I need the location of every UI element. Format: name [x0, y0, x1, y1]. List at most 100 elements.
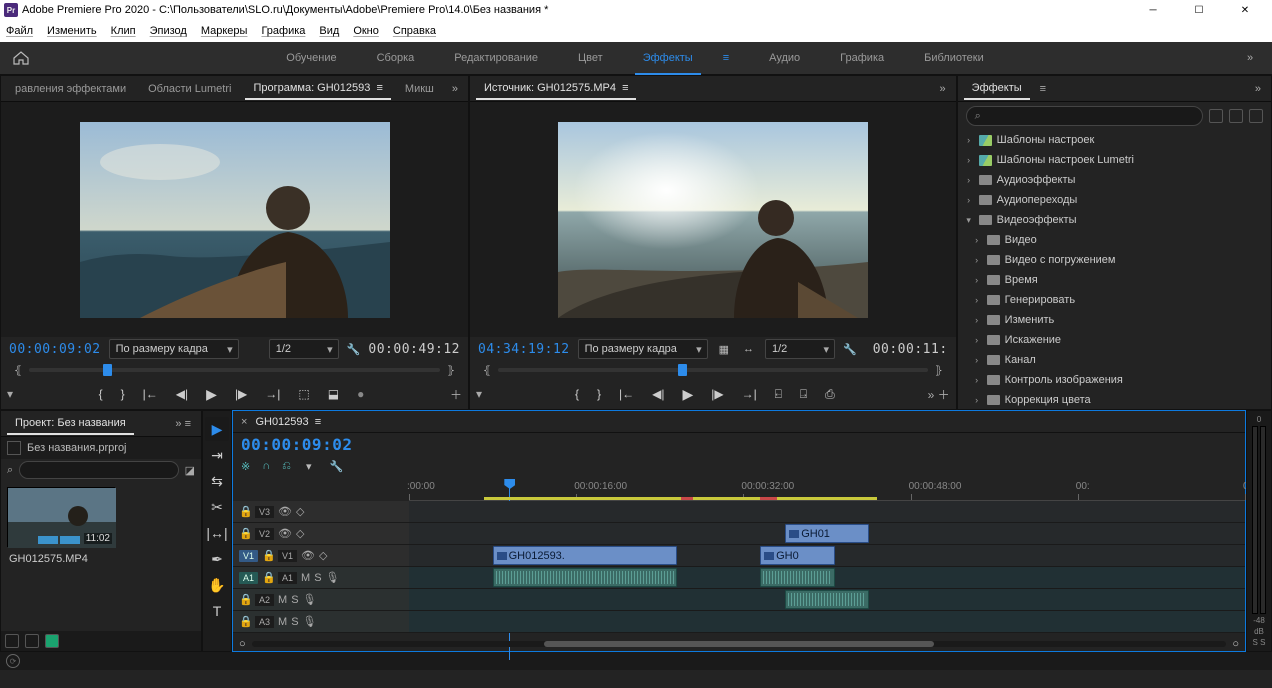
step-back-icon[interactable]: ◀| — [652, 387, 664, 401]
settings-icon[interactable]: 🔧 — [347, 343, 361, 356]
tab-project[interactable]: Проект: Без названия — [7, 413, 134, 435]
ws-graphics[interactable]: Графика — [822, 42, 902, 75]
timeline-hscroll[interactable]: ○○ — [233, 637, 1245, 651]
marker-tool-icon[interactable]: ▾ — [303, 460, 315, 473]
toggle-output-icon[interactable]: 👁 — [278, 505, 292, 518]
play-icon[interactable]: ▶ — [206, 386, 217, 403]
ws-audio[interactable]: Аудио — [751, 42, 818, 75]
overwrite-icon[interactable]: ⍈ — [800, 387, 807, 402]
ws-learning[interactable]: Обучение — [268, 42, 354, 75]
effects-tree[interactable]: ›Шаблоны настроек›Шаблоны настроек Lumet… — [958, 130, 1271, 409]
menu-help[interactable]: Справка — [393, 25, 436, 37]
effects-overflow-icon[interactable]: » — [1251, 83, 1265, 95]
clip-name[interactable]: GH012575.MP4 — [1, 553, 96, 565]
effects-32bit-filter-icon[interactable] — [1249, 109, 1263, 123]
step-back-icon[interactable]: ◀| — [176, 387, 188, 401]
ws-overflow-icon[interactable]: » — [1238, 52, 1262, 64]
effects-node[interactable]: ›Контроль изображения — [958, 370, 1271, 390]
play-icon[interactable]: ▶ — [682, 386, 693, 403]
lock-icon[interactable]: 🔒 — [239, 527, 251, 540]
mark-out-icon[interactable]: } — [121, 387, 125, 401]
project-filter-icon[interactable]: ◪ — [185, 464, 195, 477]
program-tabs-overflow-icon[interactable]: » — [448, 83, 462, 95]
effects-node[interactable]: ›Аудиопереходы — [958, 190, 1271, 210]
selection-tool-icon[interactable]: ▶ — [205, 417, 229, 441]
project-clip-thumb[interactable]: 11:02 — [7, 487, 115, 547]
tab-sequence[interactable]: GH012593 ≡ — [255, 416, 321, 428]
button-editor-icon[interactable]: ＋ — [450, 386, 468, 403]
tab-effects[interactable]: Эффекты — [964, 78, 1030, 100]
effects-search-input[interactable]: ⌕ — [966, 106, 1203, 126]
close-button[interactable]: ✕ — [1222, 0, 1268, 20]
timeline-ruler[interactable]: :00:0000:00:16:0000:00:32:0000:00:48:000… — [409, 477, 1245, 501]
slip-tool-icon[interactable]: |↔| — [205, 521, 229, 545]
tab-mixer[interactable]: Микш — [397, 79, 442, 99]
settings-icon[interactable]: 🔧 — [326, 460, 346, 473]
clip-v1a[interactable]: GH012593. — [493, 546, 677, 565]
mark-in-icon[interactable]: { — [99, 387, 103, 401]
clip-a2[interactable] — [785, 590, 869, 609]
in-bracket-icon[interactable]: ⦃ — [11, 364, 25, 377]
snap-icon[interactable]: ※ — [241, 460, 250, 473]
program-viewport[interactable] — [1, 102, 468, 337]
source-tc-in[interactable]: 04:34:19:12 — [478, 342, 570, 357]
add-marker-icon[interactable]: ▾ — [470, 387, 482, 401]
icon-view-icon[interactable] — [25, 634, 39, 648]
effects-node[interactable]: ›Генерировать — [958, 290, 1271, 310]
source-video-icon[interactable]: ▦ — [716, 343, 732, 356]
list-view-icon[interactable] — [5, 634, 19, 648]
timeline-content[interactable]: GH01 GH012593. GH0 — [409, 501, 1245, 637]
menu-edit[interactable]: Изменить — [47, 25, 97, 37]
step-fwd-icon[interactable]: |▶ — [711, 387, 723, 401]
ripple-tool-icon[interactable]: ⇆ — [205, 469, 229, 493]
step-fwd-icon[interactable]: |▶ — [235, 387, 247, 401]
in-bracket-icon[interactable]: ⦃ — [480, 364, 494, 377]
button-editor-icon[interactable]: » ＋ — [928, 386, 956, 403]
clip-v1b[interactable]: GH0 — [760, 546, 835, 565]
mark-in-icon[interactable]: { — [575, 387, 579, 401]
program-fit-select[interactable]: По размеру кадра — [109, 339, 239, 359]
menu-file[interactable]: Файл — [6, 25, 33, 37]
export-frame-icon[interactable]: ● — [357, 387, 364, 401]
go-out-icon[interactable]: →| — [742, 387, 757, 401]
home-icon[interactable] — [10, 47, 32, 69]
effects-node[interactable]: ›Аудиоэффекты — [958, 170, 1271, 190]
out-bracket-icon[interactable]: ⦄ — [444, 364, 458, 377]
ws-effects-grip[interactable]: ≡ — [715, 42, 747, 75]
magnet-icon[interactable]: ∩ — [262, 460, 270, 472]
track-select-tool-icon[interactable]: ⇥ — [205, 443, 229, 467]
settings-icon[interactable]: 🔧 — [843, 343, 857, 356]
tab-lumetri-scopes[interactable]: Области Lumetri — [140, 79, 239, 99]
ws-editing[interactable]: Редактирование — [436, 42, 556, 75]
export-frame-icon[interactable]: ⎙ — [825, 387, 835, 402]
effects-node[interactable]: ›Время — [958, 270, 1271, 290]
menu-sequence[interactable]: Эпизод — [150, 25, 187, 37]
menu-clip[interactable]: Клип — [111, 25, 136, 37]
source-audio-icon[interactable]: ↔ — [740, 343, 757, 355]
effects-node[interactable]: ›Шаблоны настроек Lumetri — [958, 150, 1271, 170]
zoom-slider[interactable] — [65, 634, 197, 648]
tab-program[interactable]: Программа: GH012593 ≡ — [245, 78, 390, 100]
effects-node[interactable]: ›Видео — [958, 230, 1271, 250]
tab-effect-controls[interactable]: равления эффектами — [7, 79, 134, 99]
menu-markers[interactable]: Маркеры — [201, 25, 248, 37]
ws-assembly[interactable]: Сборка — [359, 42, 433, 75]
type-tool-icon[interactable]: T — [205, 599, 229, 623]
mark-out-icon[interactable]: } — [597, 387, 601, 401]
clip-a1b[interactable] — [760, 568, 835, 587]
effects-node[interactable]: ▾Видеоэффекты — [958, 210, 1271, 230]
source-fit-select[interactable]: По размеру кадра — [578, 339, 708, 359]
program-tc-in[interactable]: 00:00:09:02 — [9, 342, 101, 357]
go-in-icon[interactable]: |← — [143, 387, 158, 401]
close-seq-icon[interactable]: × — [241, 416, 247, 428]
tab-source[interactable]: Источник: GH012575.MP4 ≡ — [476, 78, 636, 100]
lift-icon[interactable]: ⬚ — [298, 387, 309, 401]
program-res-select[interactable]: 1/2 — [269, 339, 339, 359]
freeform-view-icon[interactable] — [45, 634, 59, 648]
hand-tool-icon[interactable]: ✋ — [205, 573, 229, 597]
effects-node[interactable]: ›Искажение — [958, 330, 1271, 350]
source-tabs-overflow-icon[interactable]: » — [936, 83, 950, 95]
ws-color[interactable]: Цвет — [560, 42, 621, 75]
razor-tool-icon[interactable]: ✂ — [205, 495, 229, 519]
go-in-icon[interactable]: |← — [619, 387, 634, 401]
